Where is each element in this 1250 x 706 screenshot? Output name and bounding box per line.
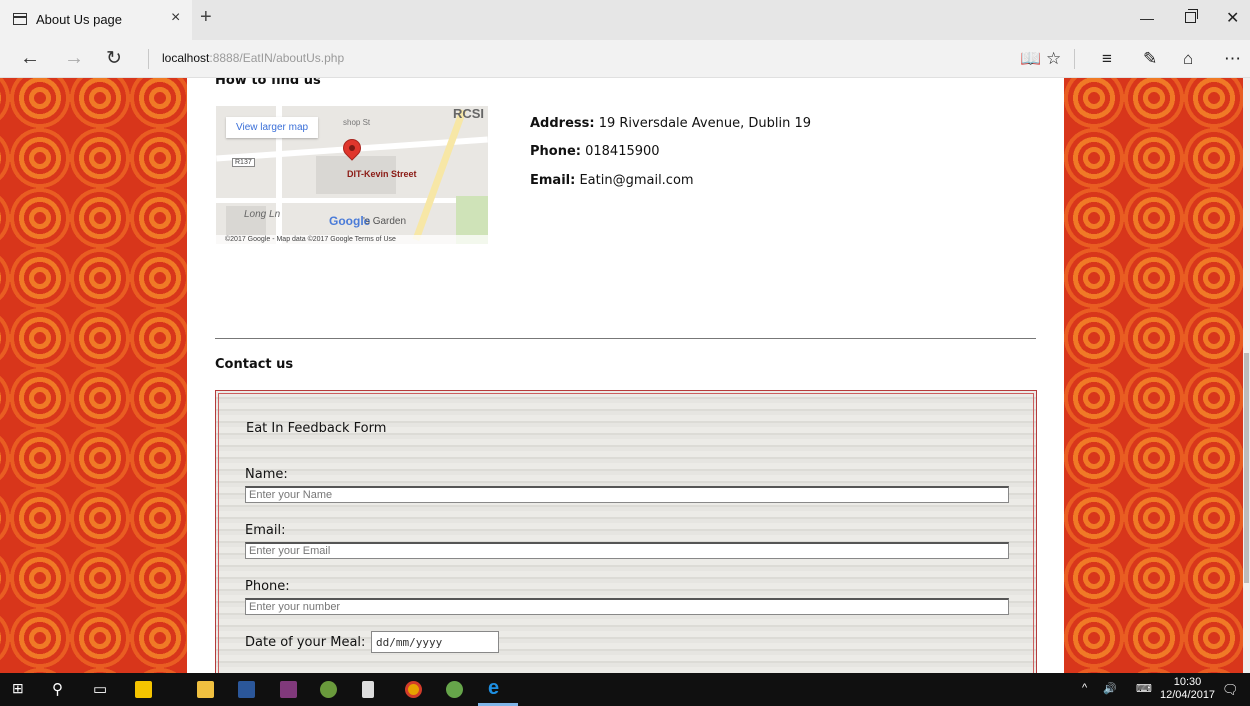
- windows-start-icon[interactable]: ⊞: [12, 680, 24, 697]
- sticky-notes-icon[interactable]: [135, 681, 152, 698]
- phone-input[interactable]: Enter your number: [245, 598, 1009, 615]
- find-us-heading: How to find us: [215, 78, 321, 88]
- android-studio-icon[interactable]: [320, 681, 337, 698]
- navigation-bar: ← → ↻ localhost:8888/EatIN/aboutUs.php 📖…: [0, 40, 1250, 78]
- new-tab-button[interactable]: +: [200, 6, 212, 29]
- phone-field-label: Phone:: [245, 579, 290, 594]
- page-viewport: How to find us RCSI shop St R137 Long Ln…: [0, 78, 1250, 673]
- action-center-icon[interactable]: 🗨: [1222, 682, 1239, 698]
- address-value: 19 Riversdale Avenue, Dublin 19: [594, 116, 812, 131]
- word-icon[interactable]: [238, 681, 255, 698]
- address-bar[interactable]: localhost:8888/EatIN/aboutUs.php: [162, 51, 344, 65]
- minimize-button[interactable]: —: [1140, 10, 1154, 26]
- location-map[interactable]: RCSI shop St R137 Long Ln DIT-Kevin Stre…: [216, 106, 488, 244]
- email-line: Email: Eatin@gmail.com: [530, 173, 694, 188]
- url-path: :8888/EatIN/aboutUs.php: [209, 51, 345, 65]
- view-larger-map-link[interactable]: View larger map: [226, 117, 319, 138]
- form-title: Eat In Feedback Form: [246, 421, 387, 436]
- tab-close-icon[interactable]: ×: [171, 9, 180, 27]
- web-note-icon[interactable]: ✎: [1143, 49, 1157, 69]
- vertical-scrollbar[interactable]: [1243, 78, 1250, 673]
- address-line: Address: 19 Riversdale Avenue, Dublin 19: [530, 116, 811, 131]
- email-label: Email:: [530, 173, 576, 188]
- map-label-garden: 's Garden: [363, 216, 407, 227]
- forward-button[interactable]: →: [64, 47, 84, 70]
- volume-icon[interactable]: 🔊: [1103, 682, 1117, 695]
- tab-title: About Us page: [36, 12, 123, 27]
- favorite-star-icon[interactable]: ☆: [1046, 49, 1061, 69]
- hub-icon[interactable]: ≡: [1102, 49, 1112, 69]
- map-label-rcsi: RCSI: [452, 106, 484, 121]
- show-hidden-icons[interactable]: ^: [1082, 682, 1087, 694]
- background-pattern-left: [0, 78, 187, 673]
- map-label-road: R137: [232, 158, 255, 167]
- page-content: How to find us RCSI shop St R137 Long Ln…: [187, 78, 1064, 673]
- phone-line: Phone: 018415900: [530, 144, 660, 159]
- atom-icon[interactable]: [446, 681, 463, 698]
- phone-label: Phone:: [530, 144, 581, 159]
- back-button[interactable]: ←: [20, 47, 40, 70]
- map-attribution: ©2017 Google - Map data ©2017 Google Ter…: [216, 235, 488, 244]
- map-label-long-ln: Long Ln: [244, 209, 281, 220]
- system-clock[interactable]: 10:30 12/04/2017: [1160, 676, 1215, 702]
- email-input[interactable]: Enter your Email: [245, 542, 1009, 559]
- toolbar-separator: [1074, 49, 1075, 69]
- title-bar: About Us page × + — ✕: [0, 0, 1250, 40]
- reading-view-icon[interactable]: 📖: [1020, 49, 1041, 69]
- phone-value: 018415900: [580, 144, 660, 159]
- background-pattern-right: [1064, 78, 1243, 673]
- contact-us-heading: Contact us: [215, 357, 294, 372]
- scrollbar-thumb[interactable]: [1244, 353, 1249, 583]
- search-icon[interactable]: ⚲: [52, 680, 63, 698]
- meal-date-input[interactable]: dd/mm/yyyy: [371, 631, 499, 653]
- name-input[interactable]: Enter your Name: [245, 486, 1009, 503]
- address-separator: [148, 49, 149, 69]
- address-label: Address:: [530, 116, 595, 131]
- page-icon: [13, 13, 27, 25]
- clock-date: 12/04/2017: [1160, 689, 1216, 701]
- email-field-label: Email:: [245, 523, 286, 538]
- map-road: [216, 198, 488, 203]
- task-view-icon[interactable]: ▭: [93, 680, 107, 698]
- share-icon[interactable]: ⌂: [1183, 49, 1193, 69]
- email-value: Eatin@gmail.com: [575, 173, 694, 188]
- close-window-button[interactable]: ✕: [1226, 8, 1239, 28]
- refresh-button[interactable]: ↻: [106, 47, 122, 70]
- url-host: localhost: [162, 51, 210, 65]
- edge-icon[interactable]: e: [488, 677, 499, 700]
- map-label-street: shop St: [343, 118, 371, 127]
- section-divider: [215, 338, 1036, 339]
- browser-tab[interactable]: About Us page ×: [0, 0, 192, 40]
- map-place-label[interactable]: DIT-Kevin Street: [347, 169, 417, 179]
- phone-icon[interactable]: [362, 681, 374, 698]
- chrome-icon[interactable]: [405, 681, 422, 698]
- restore-button[interactable]: [1185, 9, 1198, 23]
- more-icon[interactable]: ⋯: [1224, 49, 1241, 69]
- keyboard-icon[interactable]: ⌨: [1136, 682, 1152, 695]
- file-explorer-icon[interactable]: [197, 681, 214, 698]
- feedback-form: Eat In Feedback Form Name: Enter your Na…: [215, 390, 1037, 673]
- clock-time: 10:30: [1173, 676, 1202, 688]
- name-label: Name:: [245, 467, 288, 482]
- onenote-icon[interactable]: [280, 681, 297, 698]
- meal-date-label: Date of your Meal:: [245, 635, 366, 650]
- windows-taskbar: ⊞ ⚲ ▭ e ^ 🔊 ⌨ 10:30 12/04/2017 🗨: [0, 673, 1250, 706]
